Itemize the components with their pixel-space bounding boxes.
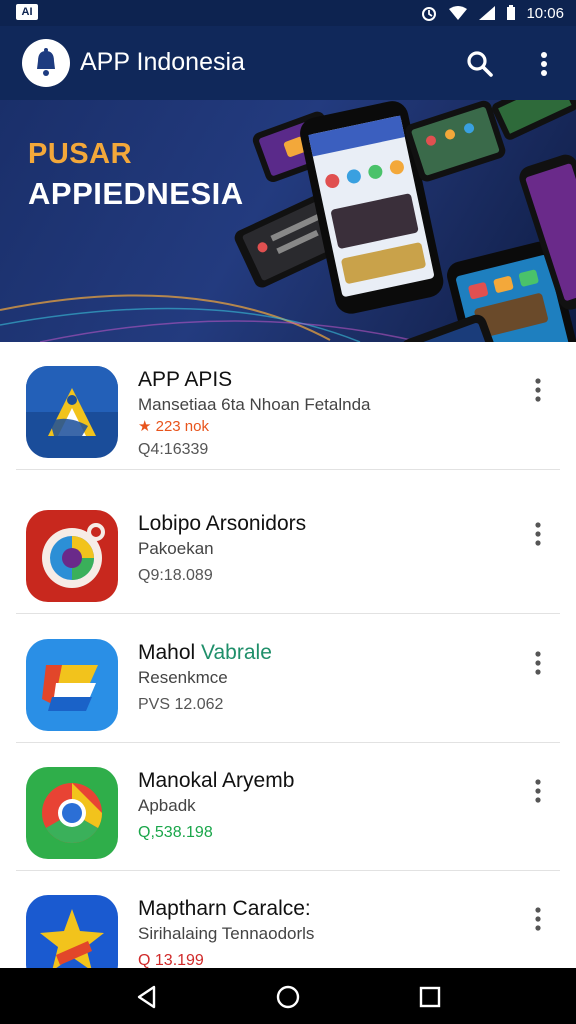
app-meta: Q,538.198 (138, 824, 213, 841)
banner-headline-bottom: APPIEDNESIA (28, 176, 244, 211)
list-item[interactable]: Lobipo Arsonidors Pakoekan Q9:18.089 (0, 486, 576, 614)
app-name-part: Mahol (138, 641, 196, 664)
notification-badge: AI (16, 4, 38, 20)
app-name: Maptharn Caralce: (138, 897, 311, 920)
back-icon[interactable] (132, 982, 162, 1012)
status-time: 10:06 (526, 4, 564, 22)
banner-decoration (0, 100, 576, 342)
status-bar: AI 10:06 (0, 0, 576, 26)
list-item[interactable]: Mahol Vabrale Resenkmce PVS 12.062 (0, 615, 576, 743)
app-name: Mahol Vabrale (138, 641, 272, 665)
more-vert-icon[interactable] (528, 777, 548, 805)
more-vert-icon[interactable] (528, 905, 548, 933)
banner-headline-top: PUSAR (28, 138, 133, 170)
app-bar: APP Indonesia (0, 26, 576, 100)
navigation-bar (0, 968, 576, 1024)
promo-banner[interactable]: PUSAR APPIEDNESIA (0, 100, 576, 342)
signal-icon (479, 6, 496, 20)
search-icon[interactable] (464, 48, 496, 80)
app-subtitle: Mansetiaa 6ta Nhoan Fetalnda (138, 395, 371, 414)
bell-logo-icon (22, 39, 70, 87)
app-subtitle: Pakoekan (138, 539, 214, 558)
app-subtitle: Apbadk (138, 796, 196, 815)
more-vert-icon[interactable] (528, 48, 560, 80)
app-subtitle: Resenkmce (138, 668, 228, 687)
status-icons: 10:06 (420, 3, 564, 23)
more-vert-icon[interactable] (528, 649, 548, 677)
app-name: Lobipo Arsonidors (138, 512, 307, 535)
chrome-style-icon (26, 767, 118, 859)
app-name-accent: Vabrale (201, 641, 272, 664)
alarm-icon (422, 7, 437, 21)
lobipo-icon (26, 510, 118, 602)
app-name: APP APIS (138, 368, 233, 391)
battery-icon (507, 5, 516, 20)
wifi-icon (449, 6, 468, 20)
mahol-icon (26, 639, 118, 731)
divider (16, 469, 560, 470)
home-icon[interactable] (273, 982, 303, 1012)
app-meta: Q9:18.089 (138, 567, 213, 584)
app-rating: ★ 223 nok (138, 418, 209, 435)
app-title: APP Indonesia (80, 48, 245, 76)
list-item[interactable]: Manokal Aryemb Apbadk Q,538.198 (0, 743, 576, 871)
app-meta: PVS 12.062 (138, 696, 224, 713)
list-item[interactable]: APP APIS Mansetiaa 6ta Nhoan Fetalnda ★ … (0, 342, 576, 470)
app-apis-icon (26, 366, 118, 458)
more-vert-icon[interactable] (528, 376, 548, 404)
recents-icon[interactable] (415, 982, 445, 1012)
app-name: Manokal Aryemb (138, 769, 295, 792)
divider (16, 613, 560, 614)
more-vert-icon[interactable] (528, 520, 548, 548)
app-meta: Q4:16339 (138, 441, 209, 458)
app-subtitle: Sirihalaing Tennaodorls (138, 924, 315, 943)
